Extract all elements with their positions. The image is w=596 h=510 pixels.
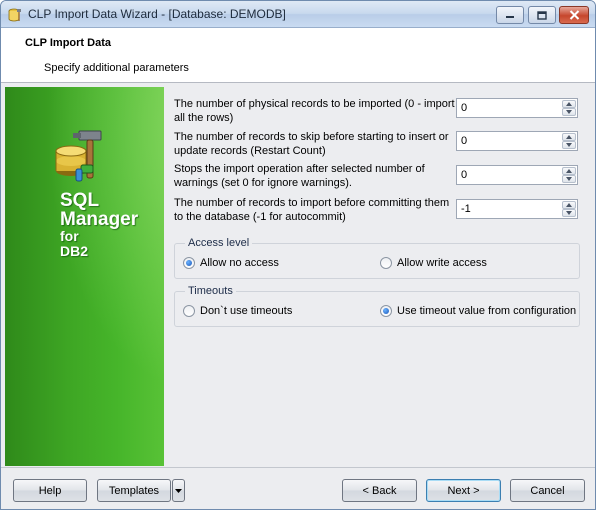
physical-records-input[interactable] [457,99,559,117]
database-hammer-icon [55,130,102,182]
close-button[interactable] [559,6,589,24]
next-button[interactable]: Next > [426,479,501,502]
spin-up-button[interactable] [562,100,576,108]
window-title: CLP Import Data Wizard - [Database: DEMO… [28,7,286,21]
page-subtitle: Specify additional parameters [44,62,189,74]
access-level-group: Access level Allow no access Allow write… [174,237,580,279]
templates-dropdown-button[interactable] [172,479,185,502]
spin-up-button[interactable] [562,133,576,141]
arrow-down-icon [566,110,572,114]
radio-allow-no-access[interactable]: Allow no access [183,257,279,269]
access-level-title: Access level [185,237,253,249]
arrow-up-icon [566,135,572,139]
arrow-down-icon [566,143,572,147]
spin-down-button[interactable] [562,175,576,183]
arrow-up-icon [566,203,572,207]
brand-line-1: SQL [60,190,100,211]
warnings-limit-input[interactable] [457,166,559,184]
commit-count-label: The number of records to import before c… [174,197,450,223]
page-title: CLP Import Data [25,37,111,49]
spin-buttons [561,166,577,184]
radio-allow-write-access[interactable]: Allow write access [380,257,487,269]
cancel-button[interactable]: Cancel [510,479,585,502]
chevron-down-icon [175,488,182,493]
arrow-down-icon [566,177,572,181]
product-name: SQL Manager for DB2 [60,191,138,259]
physical-records-spinner[interactable] [456,98,578,118]
commit-count-spinner[interactable] [456,199,578,219]
title-bar[interactable]: CLP Import Data Wizard - [Database: DEMO… [1,1,595,28]
brand-line-4: DB2 [60,243,89,259]
brand-line-2: Manager [60,209,139,230]
templates-button[interactable]: Templates [97,479,171,502]
brand-line-3: for [60,228,79,244]
commit-count-input[interactable] [457,200,559,218]
maximize-icon [537,10,547,20]
radio-dot-selected[interactable] [183,257,195,269]
spin-down-button[interactable] [562,209,576,217]
radio-dot[interactable] [183,305,195,317]
minimize-icon [506,16,514,18]
restart-count-label: The number of records to skip before sta… [174,131,449,157]
wizard-header: CLP Import Data Specify additional param… [1,28,595,83]
radio-dont-use-timeouts[interactable]: Don`t use timeouts [183,305,292,317]
timeouts-group: Timeouts Don`t use timeouts Use timeout … [174,285,580,327]
wizard-window: CLP Import Data Wizard - [Database: DEMO… [0,0,596,510]
spin-buttons [561,132,577,150]
maximize-button[interactable] [528,6,556,24]
spin-down-button[interactable] [562,141,576,149]
minimize-button[interactable] [496,6,524,24]
radio-use-timeout-config[interactable]: Use timeout value from configuration [380,305,576,317]
spin-down-button[interactable] [562,108,576,116]
app-icon [8,8,21,22]
radio-label: Allow write access [397,257,487,269]
restart-count-input[interactable] [457,132,559,150]
spin-buttons [561,200,577,218]
radio-label: Use timeout value from configuration [397,305,577,317]
radio-label: Don`t use timeouts [200,305,293,317]
physical-records-label: The number of physical records to be imp… [174,98,455,124]
arrow-up-icon [566,102,572,106]
radio-label: Allow no access [200,257,279,269]
parameters-panel: The number of physical records to be imp… [167,87,591,466]
radio-dot[interactable] [380,257,392,269]
arrow-up-icon [566,169,572,173]
help-button[interactable]: Help [13,479,87,502]
spin-buttons [561,99,577,117]
back-button[interactable]: < Back [342,479,417,502]
arrow-down-icon [566,211,572,215]
spin-up-button[interactable] [562,167,576,175]
warnings-limit-label: Stops the import operation after selecte… [174,163,425,189]
spin-up-button[interactable] [562,201,576,209]
restart-count-spinner[interactable] [456,131,578,151]
timeouts-title: Timeouts [185,285,236,297]
close-icon [569,10,579,20]
product-banner: SQL Manager for DB2 [5,87,164,466]
warnings-limit-spinner[interactable] [456,165,578,185]
radio-dot-selected[interactable] [380,305,392,317]
button-bar: Help Templates < Back Next > Cancel [1,467,595,509]
